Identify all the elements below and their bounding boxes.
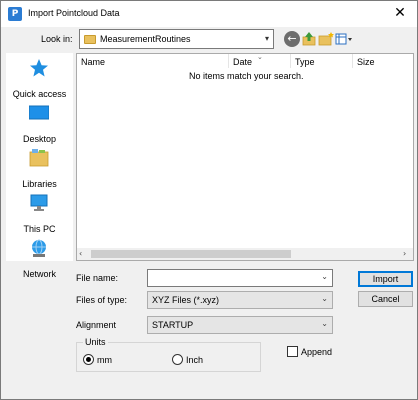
look-in-label: Look in: [41, 34, 73, 44]
files-of-type-label: Files of type: [76, 295, 128, 305]
place-label: Desktop [22, 134, 57, 144]
unit-inch-label[interactable]: Inch [186, 355, 203, 365]
place-this-pc[interactable]: This PC [6, 190, 73, 234]
unit-mm-label[interactable]: mm [97, 355, 112, 365]
alignment-label: Alignment [76, 320, 117, 330]
append-checkbox[interactable] [287, 346, 298, 357]
place-label: Network [22, 269, 56, 279]
alignment-select[interactable]: STARTUP ⌄ [147, 316, 333, 334]
back-icon[interactable]: ← [284, 31, 300, 47]
app-icon: P [8, 7, 22, 21]
chevron-down-icon[interactable]: ⌄ [321, 272, 328, 281]
place-libraries[interactable]: Libraries [6, 145, 73, 189]
scroll-right-icon[interactable]: › [403, 249, 406, 258]
append-label[interactable]: Append [301, 347, 332, 357]
import-dialog: P Import Pointcloud Data ✕ Look in: Meas… [0, 0, 418, 400]
new-folder-icon[interactable] [318, 31, 334, 47]
place-label: This PC [23, 224, 56, 234]
files-of-type-value: XYZ Files (*.xyz) [152, 295, 220, 305]
title-bar[interactable]: P Import Pointcloud Data ✕ [1, 1, 417, 27]
look-in-dropdown[interactable]: MeasurementRoutines ▾ [79, 29, 274, 49]
place-network[interactable]: Network [6, 235, 73, 279]
column-header-type[interactable]: Type [291, 54, 353, 68]
column-header-name[interactable]: Name [77, 54, 229, 68]
desktop-icon [29, 105, 49, 120]
chevron-down-icon: ⌄ [321, 294, 328, 303]
scrollbar-thumb[interactable] [91, 250, 291, 258]
scroll-left-icon[interactable]: ‹ [79, 249, 82, 258]
place-quick-access[interactable]: Quick access [6, 55, 73, 99]
places-bar: Quick access Desktop Libraries This PC N… [6, 53, 73, 279]
views-menu-icon[interactable] [335, 31, 353, 47]
libraries-icon [29, 149, 49, 167]
empty-list-message: No items match your search. [189, 71, 304, 81]
chevron-down-icon: ⌄ [321, 319, 328, 328]
folder-icon [84, 35, 96, 44]
place-desktop[interactable]: Desktop [6, 100, 73, 144]
up-folder-icon[interactable] [301, 31, 317, 47]
files-of-type-select[interactable]: XYZ Files (*.xyz) ⌄ [147, 291, 333, 309]
file-name-input[interactable]: ⌄ [147, 269, 333, 287]
column-header-date[interactable]: Date [229, 54, 291, 68]
file-name-label: File name: [76, 273, 119, 283]
close-button[interactable]: ✕ [387, 3, 413, 23]
look-in-value: MeasurementRoutines [100, 34, 191, 44]
horizontal-scrollbar[interactable]: ‹ › [77, 248, 413, 260]
computer-icon [30, 194, 48, 211]
alignment-value: STARTUP [152, 320, 194, 330]
unit-inch-radio[interactable] [172, 354, 183, 365]
window-title: Import Pointcloud Data [28, 8, 120, 18]
network-icon [32, 239, 46, 257]
chevron-down-icon: ▾ [264, 34, 269, 43]
unit-mm-radio[interactable] [83, 354, 94, 365]
units-group-label: Units [83, 337, 108, 347]
place-label: Libraries [22, 179, 57, 189]
place-label: Quick access [12, 89, 67, 99]
file-list[interactable]: ⌄ Name Date Type Size No items match you… [76, 53, 414, 261]
cancel-button[interactable]: Cancel [358, 291, 413, 307]
star-icon [30, 59, 48, 77]
import-button[interactable]: Import [358, 271, 413, 287]
column-header-size[interactable]: Size [353, 54, 413, 68]
radio-selected-dot [86, 357, 91, 362]
